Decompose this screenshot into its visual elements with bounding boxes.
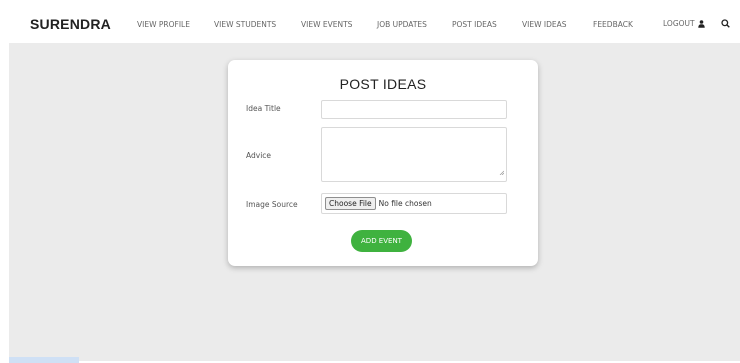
image-file-input[interactable]: Choose File No file chosen <box>321 193 507 214</box>
nav-logout[interactable]: LOGOUT <box>663 19 705 28</box>
top-navbar: SURENDRA VIEW PROFILE VIEW STUDENTS VIEW… <box>22 7 740 43</box>
logout-label: LOGOUT <box>663 19 695 28</box>
idea-title-label: Idea Title <box>246 104 281 113</box>
nav-post-ideas[interactable]: POST IDEAS <box>452 20 497 29</box>
nav-job-updates[interactable]: JOB UPDATES <box>377 20 427 29</box>
add-event-button[interactable]: ADD EVENT <box>351 230 412 252</box>
advice-textarea[interactable] <box>321 127 507 182</box>
user-icon <box>697 19 705 28</box>
idea-title-input[interactable] <box>321 100 507 119</box>
nav-view-students[interactable]: VIEW STUDENTS <box>214 20 276 29</box>
status-strip <box>9 357 79 363</box>
advice-label: Advice <box>246 151 272 160</box>
nav-view-ideas[interactable]: VIEW IDEAS <box>522 20 567 29</box>
file-status-text: No file chosen <box>378 199 432 208</box>
resize-grip-icon[interactable] <box>499 160 505 179</box>
image-source-label: Image Source <box>246 200 298 209</box>
choose-file-button[interactable]: Choose File <box>325 197 376 210</box>
brand-logo[interactable]: SURENDRA <box>30 16 111 32</box>
form-title: POST IDEAS <box>339 76 427 92</box>
post-ideas-form-card: POST IDEAS Idea Title Advice Image Sourc… <box>228 60 538 266</box>
nav-feedback[interactable]: FEEDBACK <box>593 20 633 29</box>
nav-view-profile[interactable]: VIEW PROFILE <box>137 20 190 29</box>
nav-view-events[interactable]: VIEW EVENTS <box>301 20 352 29</box>
search-icon[interactable] <box>721 19 730 28</box>
